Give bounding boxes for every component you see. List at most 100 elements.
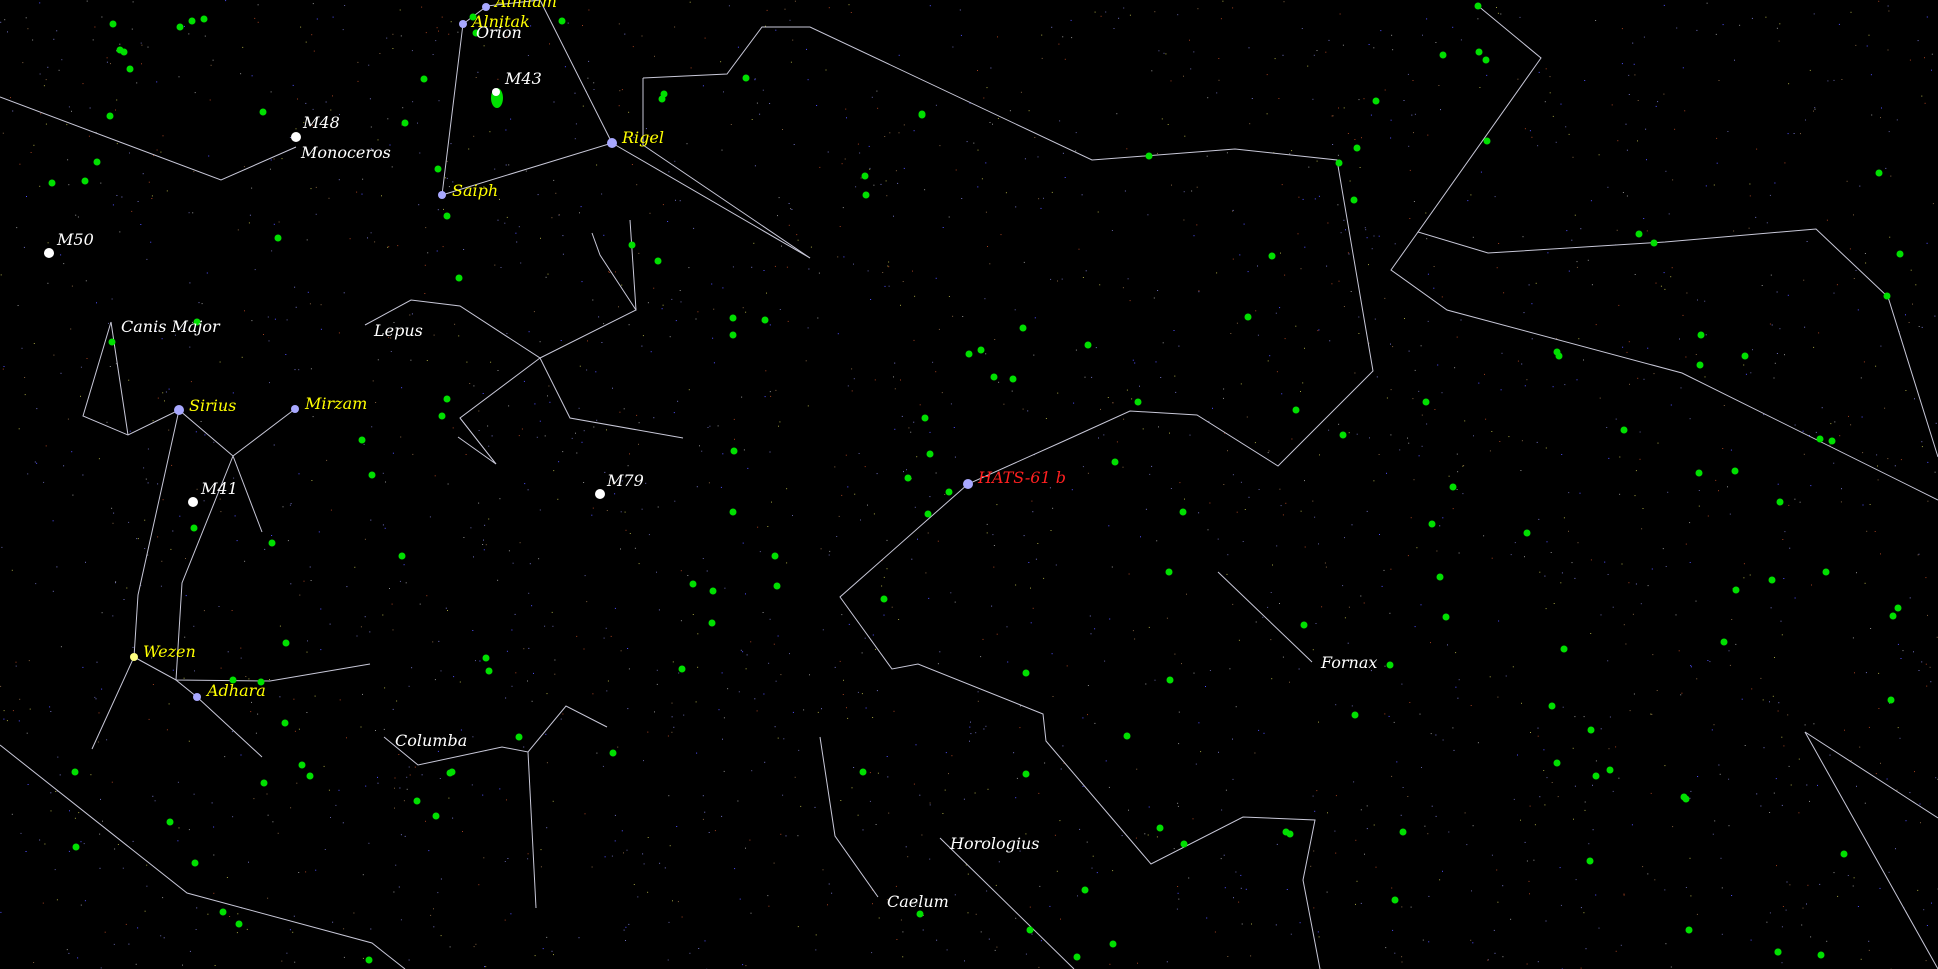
green-marker[interactable] [1156,824,1164,832]
green-marker[interactable] [1817,951,1825,959]
rigel-star[interactable] [607,138,617,148]
green-marker[interactable] [1732,586,1740,594]
green-marker[interactable] [689,580,697,588]
green-marker[interactable] [1073,953,1081,961]
green-marker[interactable] [1475,48,1483,56]
green-marker[interactable] [609,749,617,757]
green-marker[interactable] [1386,661,1394,669]
label-adhara[interactable]: Adhara [205,681,266,700]
green-marker[interactable] [918,110,926,118]
green-marker[interactable] [926,450,934,458]
green-marker[interactable] [965,350,973,358]
green-marker[interactable] [1009,375,1017,383]
green-marker[interactable] [120,48,128,56]
green-marker[interactable] [1339,431,1347,439]
green-marker[interactable] [443,395,451,403]
mirzam-star[interactable] [291,405,299,413]
green-marker[interactable] [306,772,314,780]
green-marker[interactable] [1680,793,1688,801]
green-marker[interactable] [1816,435,1824,443]
sky-map[interactable]: Alnilam Alnitak Orion M43 Rigel Saiph M4… [0,0,1938,969]
label-columba[interactable]: Columba [395,731,467,750]
green-marker[interactable] [81,177,89,185]
green-marker[interactable] [274,234,282,242]
label-mirzam[interactable]: Mirzam [304,394,367,413]
label-orion[interactable]: Orion [476,23,522,42]
green-marker[interactable] [558,17,566,25]
green-marker[interactable] [72,843,80,851]
green-marker[interactable] [1828,437,1836,445]
green-marker[interactable] [1887,696,1895,704]
wezen-star[interactable] [130,653,138,661]
green-marker[interactable] [298,761,306,769]
green-marker[interactable] [1111,458,1119,466]
green-marker[interactable] [658,95,666,103]
green-marker[interactable] [1474,2,1482,10]
m48-object[interactable] [291,132,301,142]
green-marker[interactable] [1586,857,1594,865]
green-marker[interactable] [268,539,276,547]
green-marker[interactable] [729,331,737,339]
green-marker[interactable] [654,257,662,265]
label-horologius[interactable]: Horologius [949,834,1040,853]
green-marker[interactable] [420,75,428,83]
green-marker[interactable] [1720,638,1728,646]
green-marker[interactable] [1635,230,1643,238]
green-marker[interactable] [259,108,267,116]
green-marker[interactable] [282,639,290,647]
adhara-star[interactable] [193,693,201,701]
label-m43[interactable]: M43 [504,69,542,88]
green-marker[interactable] [880,595,888,603]
label-m41[interactable]: M41 [200,479,238,498]
green-marker[interactable] [1109,940,1117,948]
green-marker[interactable] [48,179,56,187]
green-marker[interactable] [1282,828,1290,836]
green-marker[interactable] [861,172,869,180]
green-marker[interactable] [1523,529,1531,537]
green-marker[interactable] [628,241,636,249]
label-sirius[interactable]: Sirius [189,396,236,415]
green-marker[interactable] [1292,406,1300,414]
green-marker[interactable] [1560,645,1568,653]
green-marker[interactable] [71,768,79,776]
green-marker[interactable] [176,23,184,31]
green-marker[interactable] [108,338,116,346]
green-marker[interactable] [742,74,750,82]
green-marker[interactable] [1620,426,1628,434]
hats-61b-star[interactable] [963,479,973,489]
green-marker[interactable] [166,818,174,826]
green-marker[interactable] [729,508,737,516]
label-m79[interactable]: M79 [606,471,644,490]
green-marker[interactable] [368,471,376,479]
green-marker[interactable] [1353,144,1361,152]
green-marker[interactable] [773,582,781,590]
green-marker[interactable] [446,769,454,777]
green-marker[interactable] [1268,252,1276,260]
green-marker[interactable] [1350,196,1358,204]
green-marker[interactable] [1335,159,1343,167]
green-marker[interactable] [1606,766,1614,774]
green-marker[interactable] [1650,239,1658,247]
green-marker[interactable] [904,474,912,482]
green-marker[interactable] [260,779,268,787]
green-marker[interactable] [434,165,442,173]
green-marker[interactable] [1553,348,1561,356]
green-marker[interactable] [515,733,523,741]
green-marker[interactable] [432,812,440,820]
label-rigel[interactable]: Rigel [621,128,664,147]
green-marker[interactable] [730,447,738,455]
green-marker[interactable] [1685,926,1693,934]
m79-object[interactable] [595,489,605,499]
green-marker[interactable] [1482,56,1490,64]
green-marker[interactable] [945,488,953,496]
green-marker[interactable] [678,665,686,673]
green-marker[interactable] [485,667,493,675]
green-marker[interactable] [1592,772,1600,780]
green-marker[interactable] [859,768,867,776]
green-marker[interactable] [1134,398,1142,406]
green-marker[interactable] [1081,886,1089,894]
label-saiph[interactable]: Saiph [452,181,498,200]
green-marker[interactable] [1026,926,1034,934]
label-m50[interactable]: M50 [56,230,94,249]
green-marker[interactable] [401,119,409,127]
